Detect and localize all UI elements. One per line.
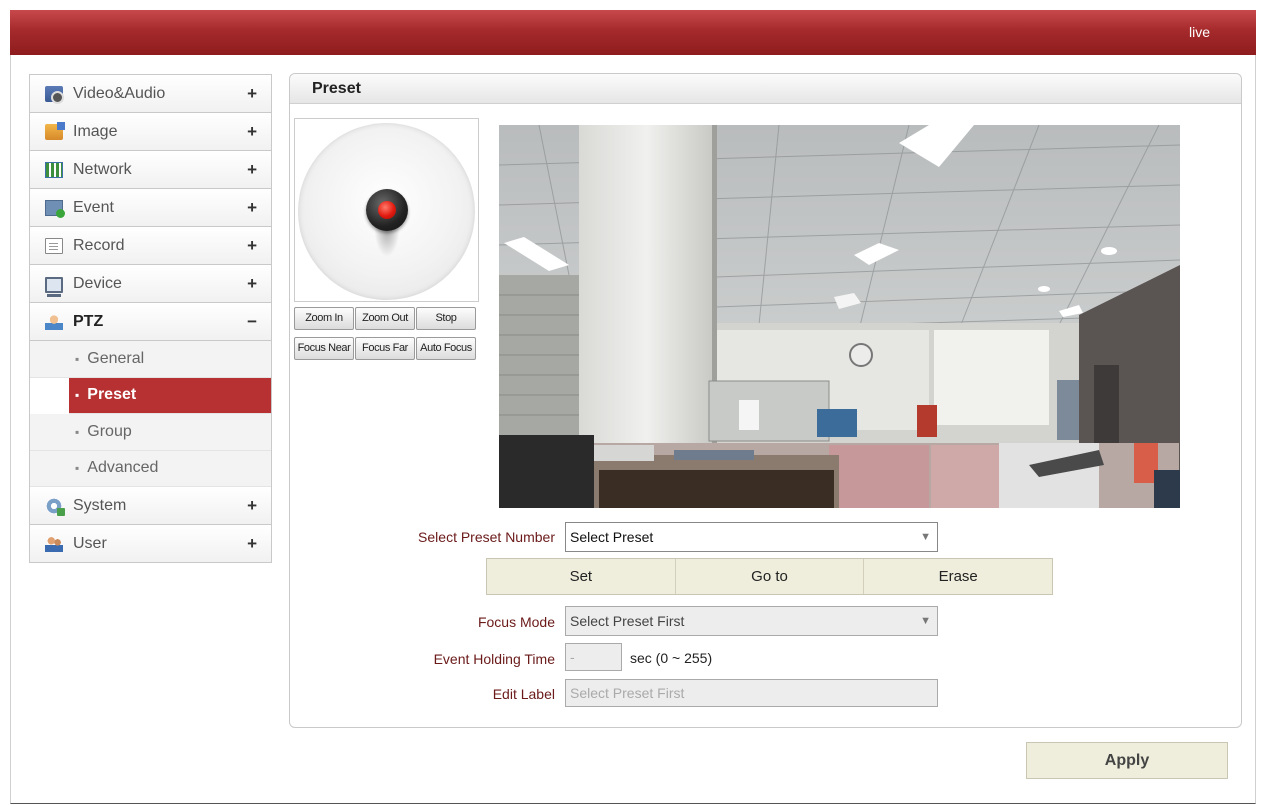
sidebar-item-event[interactable]: Event + — [30, 189, 271, 227]
sidebar-item-label: Network — [73, 160, 132, 178]
edit-label-label: Edit Label — [492, 686, 555, 702]
sidebar-subitem-preset[interactable]: ▪ Preset — [69, 377, 271, 414]
expand-icon: + — [247, 198, 257, 217]
sidebar-item-device[interactable]: Device + — [30, 265, 271, 303]
collapse-icon: − — [247, 312, 257, 331]
live-link[interactable]: live — [1189, 24, 1210, 40]
auto-focus-button[interactable]: Auto Focus — [416, 337, 476, 360]
network-icon — [45, 161, 63, 178]
preset-number-value: Select Preset — [570, 529, 654, 545]
bullet-icon: ▪ — [75, 424, 80, 439]
focus-mode-select[interactable]: Select Preset First ▼ — [565, 606, 938, 636]
expand-icon: + — [247, 236, 257, 255]
apply-button[interactable]: Apply — [1026, 742, 1228, 779]
sidebar-subitem-group[interactable]: ▪ Group — [30, 414, 271, 451]
event-holding-time-input[interactable]: - — [565, 643, 622, 671]
live-video-feed[interactable] — [499, 125, 1180, 508]
sidebar-item-label: Device — [73, 274, 122, 292]
expand-icon: + — [247, 534, 257, 553]
sidebar-item-label: Image — [73, 122, 118, 140]
sidebar-item-ptz[interactable]: PTZ − — [30, 303, 271, 341]
sidebar-item-label: Event — [73, 198, 114, 216]
set-button[interactable]: Set — [487, 559, 676, 594]
dropdown-arrow-icon: ▼ — [920, 531, 931, 543]
sidebar-subitem-label: General — [87, 349, 145, 367]
erase-button[interactable]: Erase — [864, 559, 1053, 594]
sidebar-item-user[interactable]: User + — [30, 525, 271, 563]
focus-mode-value: Select Preset First — [570, 613, 685, 629]
edit-label-input[interactable]: Select Preset First — [565, 679, 938, 707]
ptz-joystick-box — [294, 118, 479, 302]
sidebar-item-image[interactable]: Image + — [30, 113, 271, 151]
sidebar-item-system[interactable]: System + — [30, 487, 271, 525]
expand-icon: + — [247, 496, 257, 515]
users-icon — [45, 535, 63, 552]
dropdown-arrow-icon: ▼ — [920, 615, 931, 627]
gear-icon — [45, 497, 65, 516]
preset-number-select[interactable]: Select Preset ▼ — [565, 522, 938, 552]
preset-action-buttons: Set Go to Erase — [486, 558, 1053, 595]
document-icon — [45, 237, 63, 254]
zoom-in-button[interactable]: Zoom In — [294, 307, 354, 330]
preset-number-label: Select Preset Number — [418, 529, 555, 545]
expand-icon: + — [247, 122, 257, 141]
focus-far-button[interactable]: Focus Far — [355, 337, 415, 360]
expand-icon: + — [247, 84, 257, 103]
sidebar-subitem-label: Preset — [87, 386, 137, 404]
joystick-knob[interactable] — [366, 189, 408, 231]
video-camera-icon — [45, 85, 64, 104]
bullet-icon: ▪ — [75, 388, 80, 403]
panel-header: Preset — [290, 74, 1241, 104]
expand-icon: + — [247, 274, 257, 293]
sidebar-subitem-label: Advanced — [87, 459, 159, 477]
stop-button[interactable]: Stop — [416, 307, 476, 330]
bullet-icon: ▪ — [75, 461, 80, 476]
goto-button[interactable]: Go to — [675, 559, 865, 594]
sidebar-item-label: Record — [73, 236, 125, 254]
panel-title: Preset — [312, 80, 361, 97]
sidebar-item-video-audio[interactable]: Video&Audio + — [30, 75, 271, 113]
ptz-user-icon — [45, 313, 63, 330]
sidebar-item-label: User — [73, 534, 107, 552]
sidebar-subitem-label: Group — [87, 422, 132, 440]
monitor-icon — [45, 276, 63, 297]
preset-panel: Preset Zoom In Zoom Out Stop Focus Near … — [289, 73, 1242, 728]
image-icon — [45, 121, 65, 140]
sidebar-item-label: PTZ — [73, 312, 104, 330]
sidebar: Video&Audio + Image + Network + Event + … — [29, 74, 272, 563]
sidebar-subitem-general[interactable]: ▪ General — [30, 341, 271, 378]
event-holding-time-label: Event Holding Time — [433, 651, 555, 667]
sidebar-item-label: Video&Audio — [73, 84, 166, 102]
top-bar: live — [10, 10, 1256, 55]
sidebar-item-network[interactable]: Network + — [30, 151, 271, 189]
expand-icon: + — [247, 160, 257, 179]
event-holding-time-unit: sec (0 ~ 255) — [630, 650, 713, 666]
zoom-out-button[interactable]: Zoom Out — [355, 307, 415, 330]
focus-near-button[interactable]: Focus Near — [294, 337, 354, 360]
sidebar-item-record[interactable]: Record + — [30, 227, 271, 265]
bullet-icon: ▪ — [75, 351, 80, 366]
sidebar-item-label: System — [73, 496, 127, 514]
ptz-joystick[interactable] — [298, 123, 475, 300]
sidebar-subitem-advanced[interactable]: ▪ Advanced — [30, 450, 271, 487]
office-scene-image — [499, 125, 1180, 508]
focus-mode-label: Focus Mode — [477, 614, 555, 630]
event-icon — [45, 199, 65, 218]
